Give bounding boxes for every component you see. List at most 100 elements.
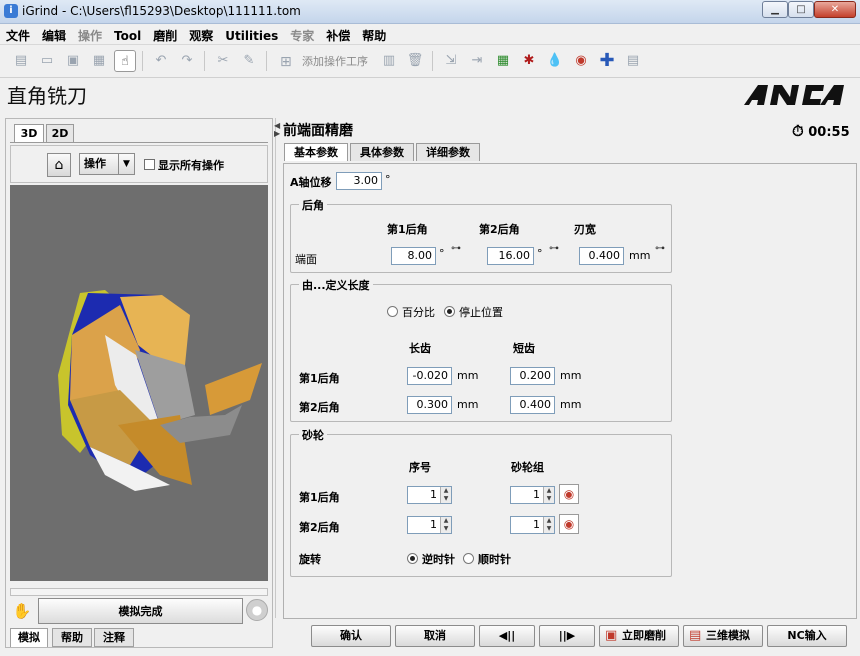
menu-view[interactable]: 观察 (183, 24, 219, 44)
wheel-row1-label: 第1后角 (299, 491, 340, 504)
tab-3d[interactable]: 3D (14, 124, 44, 142)
menu-grind[interactable]: 磨削 (147, 24, 183, 44)
home-view-icon[interactable]: ⌂ (47, 153, 71, 177)
spinner-arrows-icon[interactable]: ▲ ▼ (440, 517, 451, 533)
menu-edit[interactable]: 编辑 (36, 24, 72, 44)
undo-icon[interactable]: ↶ (150, 50, 172, 72)
next-button[interactable]: ||▶ (539, 625, 595, 647)
spinner-arrows-icon[interactable]: ▲ ▼ (543, 487, 554, 503)
relief2-unit: ° (537, 247, 543, 260)
menu-file[interactable]: 文件 (0, 24, 36, 44)
relief1-long-unit: mm (457, 369, 479, 382)
a-axis-input[interactable]: 3.00 (336, 172, 382, 190)
relief1-input[interactable]: 8.00 (391, 247, 436, 265)
table-icon[interactable]: ▦ (492, 50, 514, 72)
link-chain-icon[interactable]: ⊶ (655, 244, 669, 254)
tab-2d[interactable]: 2D (46, 124, 74, 142)
land-width-col-header: 刃宽 (574, 223, 596, 236)
show-all-ops-checkbox[interactable] (144, 159, 155, 170)
wheel2-number-spinner[interactable]: 1 ▲ ▼ (407, 516, 452, 534)
delete-icon[interactable]: 🗑 (404, 50, 426, 72)
relief1-short-input[interactable]: 0.200 (510, 367, 555, 385)
relief1-long-input[interactable]: -0.020 (407, 367, 452, 385)
3d-viewport[interactable] (10, 185, 268, 581)
anca-logo (744, 85, 844, 105)
new-file-icon[interactable]: ▤ (10, 50, 32, 72)
menu-utilities[interactable]: Utilities (219, 26, 284, 43)
save-as-icon[interactable]: ▦ (88, 50, 110, 72)
cancel-button[interactable]: 取消 (395, 625, 475, 647)
show-all-ops-label: 显示所有操作 (158, 159, 224, 172)
panel-splitter[interactable] (275, 118, 279, 618)
end-face-label: 端面 (295, 253, 317, 266)
params-content: A轴位移 3.00 ° 后角 第1后角 第2后角 刃宽 端面 8.00 ° ⊶ … (283, 163, 857, 619)
spinner-arrows-icon[interactable]: ▲ ▼ (440, 487, 451, 503)
cut-operation-icon[interactable]: ✂ (212, 50, 234, 72)
save-icon[interactable]: ▣ (62, 50, 84, 72)
document-icon[interactable]: ▤ (622, 50, 644, 72)
menu-expert[interactable]: 专家 (284, 24, 320, 44)
percent-radio[interactable] (387, 306, 398, 317)
menu-help[interactable]: 帮助 (356, 24, 392, 44)
land-width-input[interactable]: 0.400 (579, 247, 624, 265)
bug-icon[interactable]: ✱ (518, 50, 540, 72)
menu-operation[interactable]: 操作 (72, 24, 108, 44)
redo-icon[interactable]: ↷ (176, 50, 198, 72)
close-button[interactable]: ✕ (814, 1, 856, 18)
cw-radio[interactable] (463, 553, 474, 564)
add-operation-label: 添加操作工序 (302, 55, 368, 68)
spinner-arrows-icon[interactable]: ▲ ▼ (543, 517, 554, 533)
link-chain-icon[interactable]: ⊶ (451, 244, 465, 254)
chevron-down-icon: ▼ (118, 154, 134, 174)
wheel-set-icon[interactable]: ◉ (559, 484, 579, 504)
maximize-button[interactable]: □ (788, 1, 814, 18)
paste-operation-icon[interactable]: ✎ (238, 50, 260, 72)
open-folder-icon[interactable]: ▭ (36, 50, 58, 72)
record-icon[interactable]: ● (246, 599, 268, 621)
wheel-set-icon[interactable]: ◉ (559, 514, 579, 534)
grind-now-button[interactable]: ▣ 立即磨削 (599, 625, 679, 647)
simulation-done-button[interactable]: 模拟完成 (38, 598, 243, 624)
tab-help[interactable]: 帮助 (52, 628, 92, 647)
tab-basic-params[interactable]: 基本参数 (284, 143, 348, 161)
export-icon[interactable]: ⇥ (466, 50, 488, 72)
wheel1-number-spinner[interactable]: 1 ▲ ▼ (407, 486, 452, 504)
link-chain-icon[interactable]: ⊶ (549, 244, 563, 254)
tab-notes[interactable]: 注释 (94, 628, 134, 647)
hand-select-icon[interactable]: ☝ (114, 50, 136, 72)
grind-timer: ⏱ 00:55 (792, 122, 850, 140)
nc-input-button[interactable]: NC输入 (767, 625, 847, 647)
tab-specific-params[interactable]: 具体参数 (350, 143, 414, 161)
relief2-input[interactable]: 16.00 (487, 247, 534, 265)
operation-dropdown[interactable]: 操作 ▼ (79, 153, 135, 175)
add-operation-button[interactable]: ⊞ 添加操作工序 (278, 51, 368, 73)
relief2-short-input[interactable]: 0.400 (510, 396, 555, 414)
tab-detail-params[interactable]: 详细参数 (416, 143, 480, 161)
ccw-radio[interactable] (407, 553, 418, 564)
wheel2-set-spinner[interactable]: 1 ▲ ▼ (510, 516, 555, 534)
length-row2-label: 第2后角 (299, 401, 340, 414)
wheel2-set-value: 1 (533, 518, 540, 531)
wheel1-number-value: 1 (430, 488, 437, 501)
grid-icon[interactable]: ▥ (378, 50, 400, 72)
operation-dropdown-label: 操作 (84, 157, 106, 170)
previous-button[interactable]: ◀|| (479, 625, 535, 647)
wheel1-set-spinner[interactable]: 1 ▲ ▼ (510, 486, 555, 504)
timer-value: 00:55 (808, 125, 850, 140)
long-tooth-header: 长齿 (409, 342, 431, 355)
cw-label: 顺时针 (478, 553, 511, 566)
menu-compensation[interactable]: 补偿 (320, 24, 356, 44)
ok-button[interactable]: 确认 (311, 625, 391, 647)
tab-simulate[interactable]: 模拟 (10, 628, 48, 647)
add-cross-icon[interactable]: ✚ (596, 50, 618, 72)
splitter-arrows-icon[interactable]: ◀ ▶ (274, 122, 280, 138)
minimize-button[interactable]: ▁ (762, 1, 788, 18)
menu-tool[interactable]: Tool (108, 26, 147, 43)
hand-pan-icon[interactable]: ✋ (10, 600, 34, 624)
relief2-long-input[interactable]: 0.300 (407, 396, 452, 414)
coolant-drop-icon[interactable]: 💧 (544, 50, 566, 72)
3d-simulate-button[interactable]: ▤ 三维模拟 (683, 625, 763, 647)
stop-position-radio[interactable] (444, 306, 455, 317)
import-icon[interactable]: ⇲ (440, 50, 462, 72)
wheel-set-icon[interactable]: ◉ (570, 50, 592, 72)
